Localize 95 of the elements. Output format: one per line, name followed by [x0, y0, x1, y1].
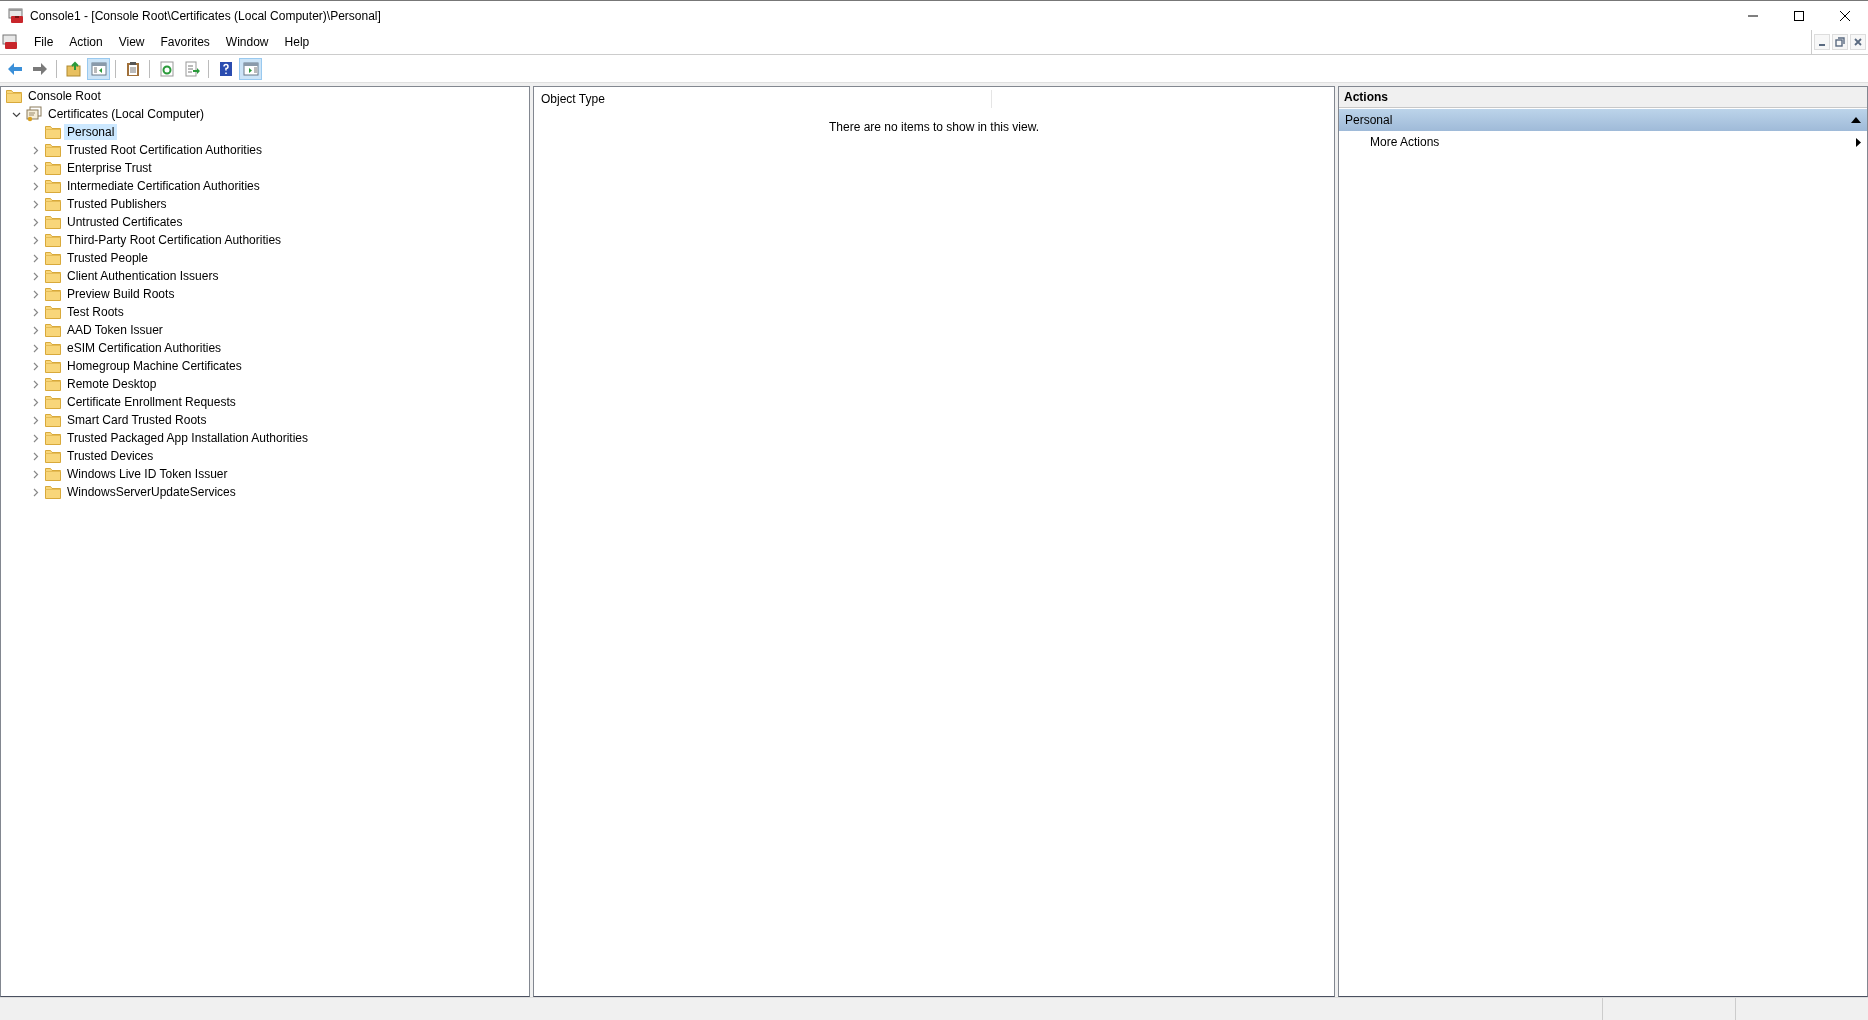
chevron-right-icon[interactable]: [31, 181, 40, 191]
folder-icon: [45, 215, 61, 229]
chevron-right-icon[interactable]: [31, 271, 40, 281]
tree-item[interactable]: Third-Party Root Certification Authorities: [64, 232, 285, 248]
tree-item[interactable]: Smart Card Trusted Roots: [64, 412, 210, 428]
menu-item[interactable]: Help: [276, 35, 318, 49]
actions-header: Actions: [1339, 87, 1867, 108]
tree-item[interactable]: Trusted Packaged App Installation Authorities: [64, 430, 312, 446]
menu-item[interactable]: Action: [61, 35, 111, 49]
tree-item[interactable]: Remote Desktop: [64, 376, 160, 392]
empty-message: There are no items to show in this view.: [828, 120, 1040, 134]
folder-icon: [45, 125, 61, 139]
folder-icon: [45, 377, 61, 391]
chevron-right-icon[interactable]: [31, 343, 40, 353]
tree-item[interactable]: Homegroup Machine Certificates: [64, 358, 245, 374]
tree-item[interactable]: Intermediate Certification Authorities: [64, 178, 263, 194]
folder-icon: [45, 359, 61, 373]
refresh-icon: [158, 60, 175, 77]
folder-icon: [45, 197, 61, 211]
maximize-icon[interactable]: [1793, 9, 1805, 22]
folder-icon: [45, 323, 61, 337]
chevron-right-icon[interactable]: [31, 397, 40, 407]
chevron-right-icon[interactable]: [31, 235, 40, 245]
chevron-right-icon[interactable]: [31, 469, 40, 479]
tree-item[interactable]: Trusted People: [64, 250, 151, 266]
tree-item[interactable]: Trusted Devices: [64, 448, 157, 464]
chevron-right-icon[interactable]: [31, 379, 40, 389]
chevron-right-icon[interactable]: [31, 199, 40, 209]
chevron-right-icon[interactable]: [31, 451, 40, 461]
pane-icon: [90, 60, 107, 77]
folder-up-icon: [65, 60, 82, 77]
chevron-right-icon[interactable]: [31, 217, 40, 227]
tree-item[interactable]: Certificates (Local Computer): [45, 106, 208, 122]
collapse-icon[interactable]: [1851, 117, 1861, 123]
restore-icon[interactable]: [1832, 34, 1848, 50]
tree-item[interactable]: Enterprise Trust: [64, 160, 155, 176]
folder-icon: [45, 431, 61, 445]
tree-item[interactable]: Client Authentication Issuers: [64, 268, 222, 284]
section-title: Personal: [1345, 113, 1393, 127]
section-header[interactable]: Personal: [1339, 109, 1867, 131]
tree-button[interactable]: [87, 57, 110, 80]
tree-item[interactable]: AAD Token Issuer: [64, 322, 166, 338]
chevron-right-icon[interactable]: [31, 163, 40, 173]
chevron-right-icon[interactable]: [31, 307, 40, 317]
menu-item[interactable]: File: [26, 35, 62, 49]
folder-icon: [45, 161, 61, 175]
chevron-right-icon[interactable]: [31, 253, 40, 263]
column-header[interactable]: Object Type: [534, 90, 992, 108]
tree-item[interactable]: Test Roots: [64, 304, 127, 320]
window-title: Console1 - [Console Root\Certificates (Local Computer)\Personal]: [30, 8, 381, 23]
close-icon[interactable]: [1839, 9, 1851, 22]
folder-icon: [45, 179, 61, 193]
export-list-icon: [183, 60, 200, 77]
tree-item[interactable]: Untrusted Certificates: [64, 214, 186, 230]
menu-item[interactable]: Favorites: [152, 35, 218, 49]
folder-icon: [45, 251, 61, 265]
tree-item[interactable]: Windows Live ID Token Issuer: [64, 466, 231, 482]
tree-item[interactable]: WindowsServerUpdateServices: [64, 484, 239, 500]
tree-item[interactable]: Trusted Root Certification Authorities: [64, 142, 265, 158]
folder-icon: [45, 305, 61, 319]
minimize-icon[interactable]: [1814, 34, 1830, 50]
chevron-right-icon[interactable]: [31, 325, 40, 335]
tree-item[interactable]: Trusted Publishers: [64, 196, 170, 212]
certificate-icon: [26, 106, 42, 122]
folder-icon: [45, 395, 61, 409]
chevron-right-icon[interactable]: [31, 433, 40, 443]
forward-arrow-icon: [31, 60, 48, 77]
tree-item[interactable]: Personal: [64, 124, 118, 140]
chevron-right-icon[interactable]: [31, 487, 40, 497]
chevron-right-icon[interactable]: [31, 361, 40, 371]
folder-icon: [45, 467, 61, 481]
chevron-right-icon[interactable]: [31, 415, 40, 425]
pane-icon: [242, 60, 259, 77]
app-icon: [8, 7, 24, 24]
folder-icon: [45, 413, 61, 427]
chevron-right-icon[interactable]: [31, 289, 40, 299]
folder-icon: [45, 233, 61, 247]
action-link[interactable]: More Actions: [1370, 135, 1440, 149]
clipboard-icon: [124, 60, 141, 77]
tree-item[interactable]: Certificate Enrollment Requests: [64, 394, 239, 410]
menu-item[interactable]: Window: [217, 35, 277, 49]
folder-icon: [45, 449, 61, 463]
folder-icon: [6, 89, 22, 103]
chevron-right-icon[interactable]: [31, 145, 40, 155]
help-icon: [217, 60, 234, 77]
folder-icon: [45, 287, 61, 301]
folder-icon: [45, 269, 61, 283]
tree-item[interactable]: Console Root: [25, 88, 104, 104]
folder-icon: [45, 485, 61, 499]
menu-item[interactable]: View: [110, 35, 153, 49]
app-icon[interactable]: [2, 34, 18, 50]
folder-icon: [45, 143, 61, 157]
folder-icon: [45, 341, 61, 355]
tree-item[interactable]: Preview Build Roots: [64, 286, 178, 302]
tree-item[interactable]: eSIM Certification Authorities: [64, 340, 225, 356]
